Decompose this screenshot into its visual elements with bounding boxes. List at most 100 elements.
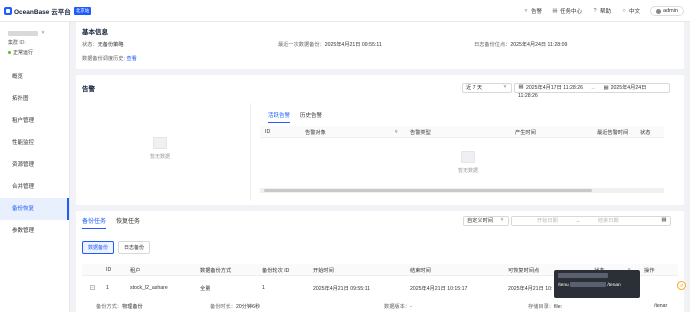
subtab-data-backup[interactable]: 数据备份 — [82, 241, 115, 254]
chevron-down-icon: ˅ — [503, 84, 507, 90]
floating-assistant-icon[interactable]: ↺ — [677, 281, 686, 290]
avatar — [656, 8, 662, 14]
help-label: 帮助 — [599, 9, 611, 15]
col-id: ID — [106, 267, 112, 273]
empty-box-icon — [461, 151, 475, 163]
status-label: 状态： — [82, 42, 98, 48]
detail-path-tail: /tenar — [654, 303, 668, 309]
tab-history-alarms[interactable]: 历史告警 — [300, 111, 322, 123]
language-menu[interactable]: ○ 中文 — [621, 7, 640, 15]
col-last-alarm-time[interactable]: 最近告警时间 — [597, 129, 628, 136]
detail-path-label: 存储目录： — [528, 304, 554, 310]
alarm-date-range[interactable]: ▦ 2025年4月17日 11:28:26 → ▦ 2025年4月24日 11:… — [514, 83, 670, 99]
cluster-info: ˅ 集群 ID: 正常运行 — [0, 22, 69, 56]
sidebar: ˅ 集群 ID: 正常运行 概览 拓扑图 租户管理 性能监控 资源管理 合并管理… — [0, 22, 70, 312]
row-recover-point: 2025年4月21日 10: — [508, 286, 553, 292]
schedule-history: 数据备份调度历史: 查看 — [82, 55, 137, 62]
log-position: 日志备份位点：2025年4月24日 11:28:09 — [474, 41, 567, 48]
sidebar-item-parameters[interactable]: 参数管理 — [0, 220, 69, 242]
tooltip-prefix: /tenu — [558, 282, 569, 288]
tooltip-redacted — [570, 281, 607, 287]
cluster-name-row[interactable]: ˅ — [8, 30, 69, 36]
tooltip-suffix: /tenan — [607, 282, 621, 288]
sidebar-item-topology[interactable]: 拓扑图 — [0, 88, 69, 110]
tab-restore-tasks[interactable]: 恢复任务 — [116, 216, 140, 229]
path-tooltip: /tenu /tenan — [554, 270, 640, 298]
last-backup: 最近一次数据备份：2025年4月21日 09:55:11 — [278, 41, 382, 48]
backup-range-select[interactable]: 自定义时间 ˅ — [463, 216, 509, 226]
detail-version-label: 数据版本： — [384, 304, 410, 310]
row-start-time: 2025年4月21日 09:55:11 — [313, 286, 371, 292]
row-expand-toggle[interactable]: − — [90, 285, 95, 290]
bell-icon: ▿ — [524, 8, 528, 14]
user-menu[interactable]: admin — [650, 6, 684, 16]
alarm-range-select[interactable]: 近 7 天 ˅ — [462, 83, 512, 93]
col-recover-point[interactable]: 可恢复时间点 — [508, 267, 539, 274]
alarm-start-time: 2025年4月17日 11:28:26 — [526, 85, 584, 91]
col-id: ID — [265, 129, 271, 135]
row-tenant-link[interactable]: stock_l2_ashare — [130, 285, 168, 291]
brand-name: OceanBase 云平台 — [14, 8, 71, 16]
cluster-status-text: 正常运行 — [13, 50, 34, 56]
col-tenant: 租户 — [130, 268, 141, 274]
date-range-arrow: → — [590, 85, 596, 91]
backup-date-range[interactable]: 开始日期 → 结束日期 ▦ — [511, 216, 671, 226]
col-alarm-object[interactable]: 告警对象 — [305, 129, 326, 136]
task-icon: ▤ — [552, 8, 558, 14]
tab-backup-tasks[interactable]: 备份任务 — [82, 216, 107, 229]
alarm-card: 告警 近 7 天 ˅ ▦ 2025年4月17日 11:28:26 → ▦ 202… — [76, 75, 684, 205]
last-backup-value: 2025年4月21日 09:55:11 — [324, 42, 382, 48]
tooltip-line-2: /tenu /tenan — [558, 281, 636, 288]
sidebar-item-backup[interactable]: 备份恢复 — [0, 198, 69, 220]
detail-mode: 备份方式：物理备份 — [96, 303, 143, 310]
basic-info-title: 基本信息 — [82, 29, 108, 36]
detail-duration: 备份时长：20分钟6秒 — [210, 303, 260, 310]
sidebar-item-resources[interactable]: 资源管理 — [0, 154, 69, 176]
oceanbase-logo-icon — [4, 6, 12, 15]
status-value: 无备份策略 — [97, 42, 124, 48]
sidebar-item-compaction[interactable]: 合并管理 — [0, 176, 69, 198]
user-name: admin — [663, 8, 678, 14]
col-end-time[interactable]: 结束时间 — [410, 267, 431, 274]
row-round-id: 1 — [262, 285, 265, 291]
sidebar-item-tenants[interactable]: 租户管理 — [0, 110, 69, 132]
help-icon: ? — [593, 8, 597, 14]
col-alarm-type[interactable]: 告警类型 — [410, 129, 431, 136]
alarm-tabs: 活跃告警 历史告警 — [268, 111, 322, 123]
col-status[interactable]: 状态 — [640, 129, 650, 136]
tab-active-alarms[interactable]: 活跃告警 — [268, 111, 291, 123]
top-bar: OceanBase 云平台 北京站 ▿ 告警 ▤ 任务中心 ? 帮助 ○ 中文 … — [0, 0, 690, 22]
col-start-time[interactable]: 开始时间 — [313, 267, 334, 274]
alarm-table-empty: 暂无数据 — [446, 151, 490, 174]
filter-icon[interactable]: ▿ — [395, 129, 398, 135]
col-created-time[interactable]: 产生时间 — [515, 129, 536, 136]
brand-logo[interactable]: OceanBase 云平台 北京站 — [4, 6, 92, 16]
globe-icon: ○ — [622, 8, 626, 14]
alarm-table-scrollbar[interactable] — [260, 188, 664, 193]
detail-mode-value: 物理备份 — [121, 304, 143, 310]
task-center-label: 任务中心 — [559, 9, 582, 15]
sidebar-menu: 概览 拓扑图 租户管理 性能监控 资源管理 合并管理 备份恢复 参数管理 — [0, 66, 69, 242]
col-actions: 操作 — [644, 268, 655, 274]
detail-path: 存储目录：file: — [528, 303, 562, 310]
sidebar-item-monitoring[interactable]: 性能监控 — [0, 132, 69, 154]
detail-duration-value: 20分钟6秒 — [235, 304, 261, 310]
detail-duration-label: 备份时长： — [210, 304, 236, 310]
alarm-divider — [250, 103, 251, 201]
end-date-placeholder: 结束日期 — [597, 218, 619, 224]
subtab-log-backup[interactable]: 日志备份 — [118, 241, 151, 254]
tooltip-line-1 — [558, 273, 636, 279]
cluster-id-label: 集群 ID: — [8, 40, 26, 46]
history-view-link[interactable]: 查看 — [126, 56, 136, 62]
row-end-time: 2025年4月21日 10:15:17 — [410, 286, 468, 292]
help-menu[interactable]: ? 帮助 — [592, 7, 611, 15]
cluster-status: 正常运行 — [8, 49, 69, 56]
sidebar-item-overview[interactable]: 概览 — [0, 66, 69, 88]
detail-mode-label: 备份方式： — [96, 304, 122, 310]
col-round-id: 备份轮次 ID — [262, 268, 290, 274]
task-center-menu[interactable]: ▤ 任务中心 — [552, 7, 582, 15]
scrollbar-thumb[interactable] — [264, 189, 592, 192]
col-backup-mode: 数据备份方式 — [200, 268, 232, 274]
alarm-menu[interactable]: ▿ 告警 — [523, 7, 542, 15]
row-backup-mode: 全量 — [200, 286, 211, 292]
